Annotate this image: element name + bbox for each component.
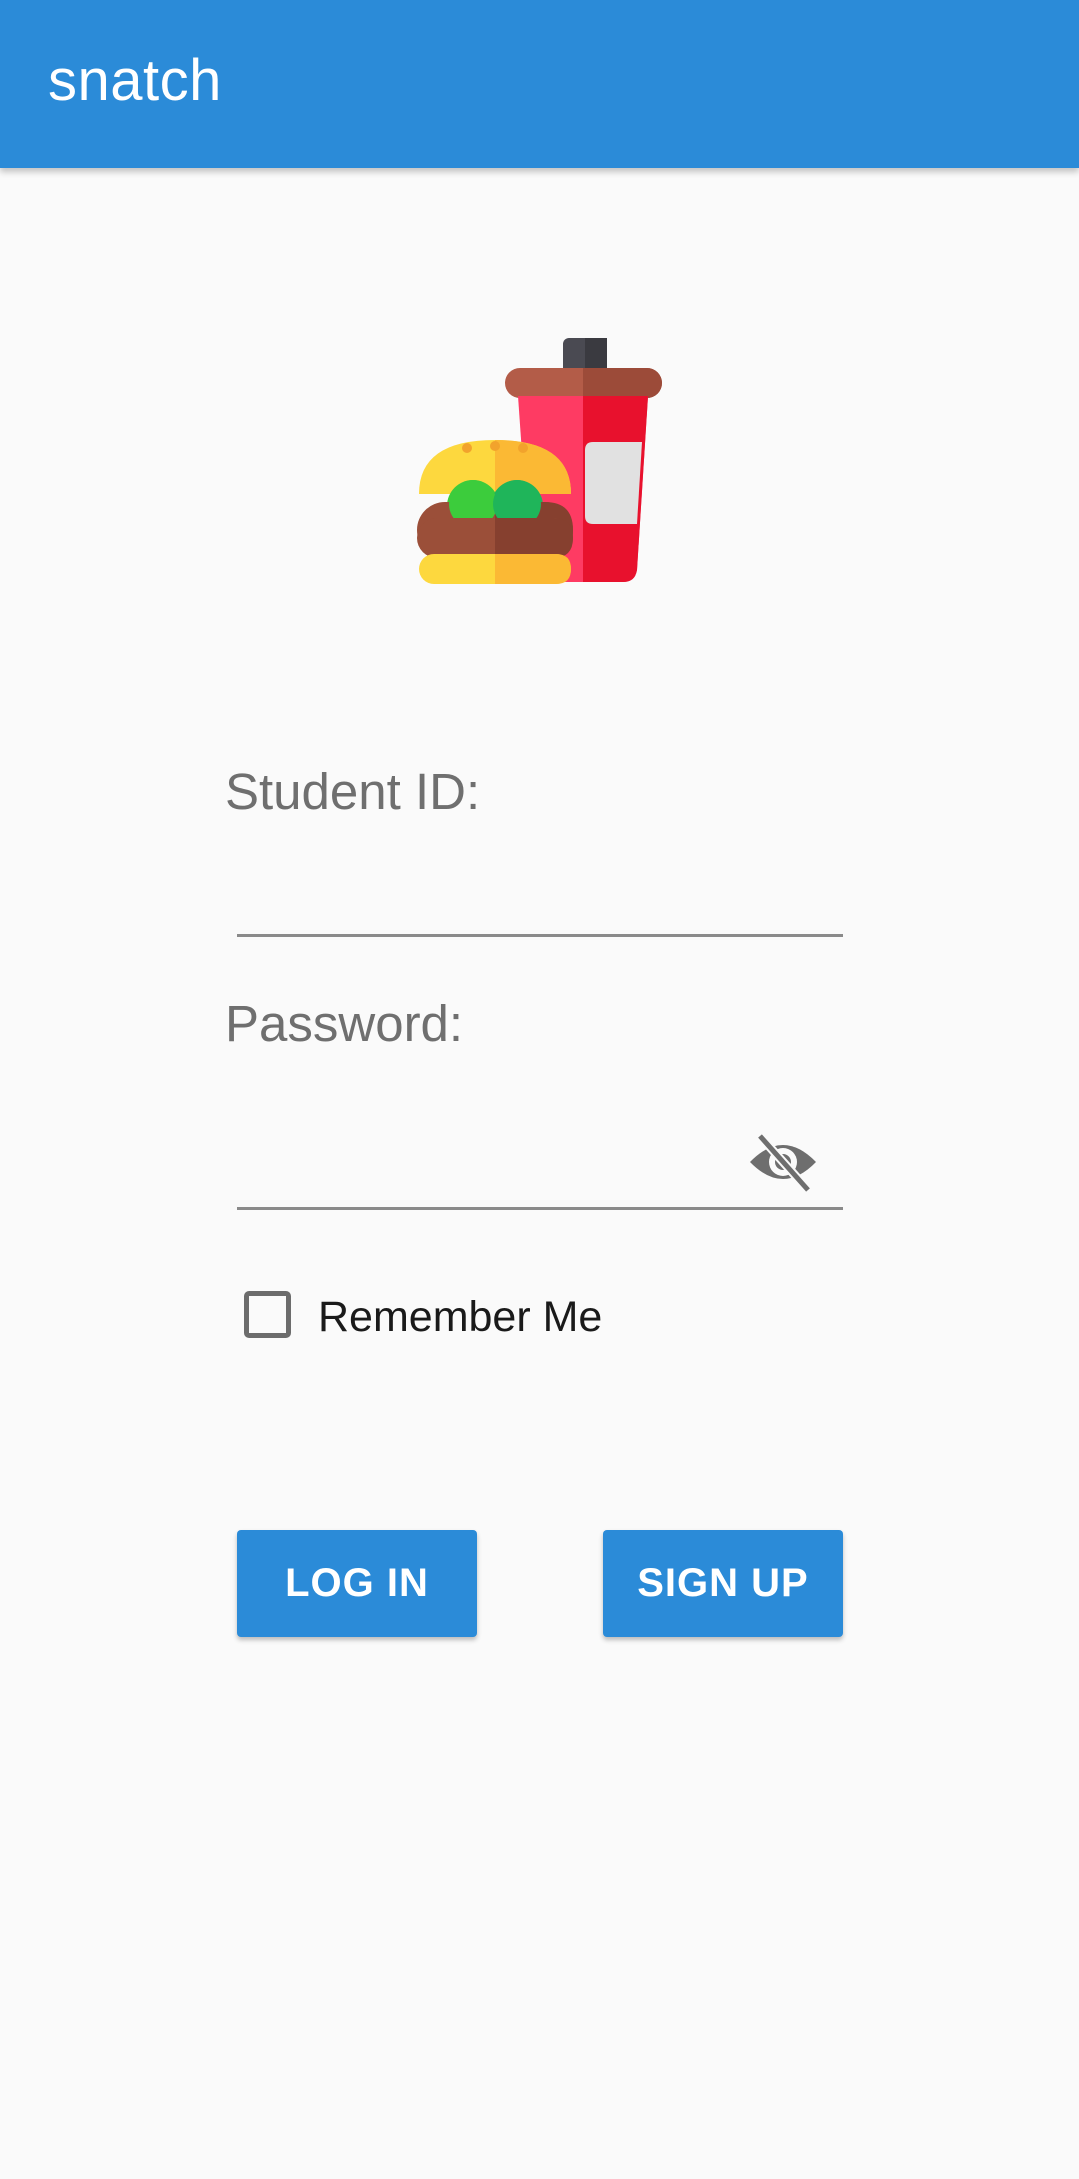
remember-me-label[interactable]: Remember Me	[318, 1296, 602, 1339]
student-id-input[interactable]	[237, 860, 757, 930]
app-bar: snatch	[0, 0, 1079, 168]
password-underline	[237, 1207, 843, 1210]
student-id-label: Student ID:	[225, 763, 481, 820]
student-id-underline	[237, 934, 843, 937]
signup-button[interactable]: SIGN UP	[603, 1530, 843, 1637]
password-label: Password:	[225, 995, 464, 1052]
remember-me-checkbox[interactable]	[244, 1291, 291, 1338]
app-title: snatch	[48, 48, 222, 113]
password-input[interactable]	[237, 1128, 757, 1198]
burger-and-drink-icon	[417, 338, 662, 584]
eye-off-icon[interactable]	[748, 1132, 818, 1192]
login-button[interactable]: LOG IN	[237, 1530, 477, 1637]
